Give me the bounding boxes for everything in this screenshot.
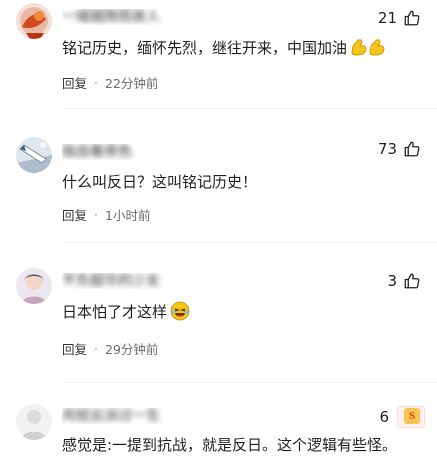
username[interactable]: 不负韶华的少女 [62,273,170,289]
reply-button[interactable]: 回复 [62,73,87,92]
avatar[interactable] [16,3,52,39]
comment-text: 感觉是:一提到抗战，就是反日。这个逻辑有些怪。 [62,436,398,454]
comment-meta: 回复 · 22分钟前 [62,73,158,91]
like-button[interactable]: 21 [378,8,421,28]
comment-meta: 回复 · 1小时前 [62,205,150,223]
flexed-biceps-emoji [350,37,386,63]
comment-meta: 回复 · 29分钟前 [62,339,158,357]
comment-time: 29分钟前 [105,341,159,357]
username[interactable]: 独自看夜色 [62,144,170,160]
separator-dot: · [94,74,98,90]
comment-text: 日本怕了才这样 [62,301,421,327]
like-count: 73 [377,140,397,158]
divider [62,108,437,109]
thumbs-up-icon [404,10,420,26]
like-button[interactable]: 3 [387,271,421,291]
divider [62,242,437,243]
separator-dot: · [94,340,98,356]
comment-item: 独自看夜色 73 什么叫反日？这叫铭记历史！ 回复 · 1小时前 [0,130,437,250]
avatar[interactable] [16,404,52,440]
comment-text: 铭记历史，缅怀先烈，继往开来，中国加油 [62,37,421,63]
comment-time: 22分钟前 [105,75,159,91]
comment-list: 一城烟雨揽故人 21 铭记历史，缅怀先烈，继往开来，中国加油 回复 · 22分钟… [0,0,437,459]
like-count: 6 [379,408,389,426]
like-count: 21 [377,9,397,27]
laughing-emoji [170,301,190,327]
username[interactable]: 风轻云淡过一生 [62,408,170,424]
comment-item: 不负韶华的少女 3 日本怕了才这样 回复 · 29分钟前 [0,262,437,392]
sohu-s-icon: S [404,408,420,424]
reply-button[interactable]: 回复 [62,205,87,224]
username[interactable]: 一城烟雨揽故人 [62,9,170,25]
separator-dot: · [94,206,98,222]
reply-button[interactable]: 回复 [62,339,87,358]
comment-item: 一城烟雨揽故人 21 铭记历史，缅怀先烈，继往开来，中国加油 回复 · 22分钟… [0,0,437,110]
thumbs-up-icon [404,273,420,289]
comment-text: 什么叫反日？这叫铭记历史！ [62,173,258,191]
divider [62,382,437,383]
comment-time: 1小时前 [105,207,151,223]
avatar[interactable] [16,137,52,173]
avatar[interactable] [16,268,52,304]
like-button[interactable]: 73 [378,139,421,159]
like-count: 3 [387,272,397,290]
thumbs-up-icon [404,141,420,157]
comment-item: 风轻云淡过一生 6 S 感觉是:一提到抗战，就是反日。这个逻辑有些怪。 [0,398,437,459]
like-button[interactable]: 6 [379,407,389,427]
